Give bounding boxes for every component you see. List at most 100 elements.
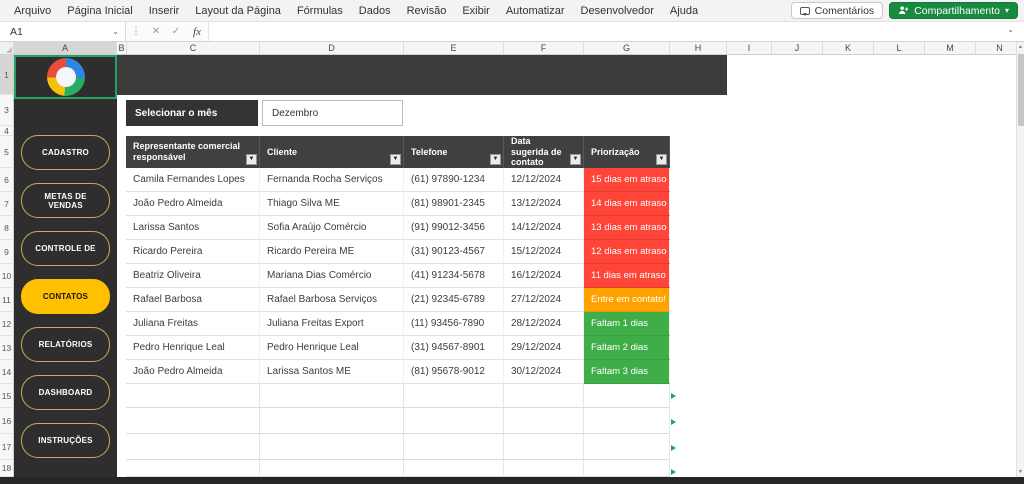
cell-rep[interactable]: Beatriz Oliveira bbox=[126, 264, 260, 288]
sidebar-item-instrucoes[interactable]: INSTRUÇÕES bbox=[21, 423, 110, 458]
sidebar-item-controle-de[interactable]: CONTROLE DE bbox=[21, 231, 110, 266]
empty-cell[interactable] bbox=[126, 434, 260, 460]
column-header-b[interactable]: B bbox=[117, 42, 127, 54]
empty-cell[interactable] bbox=[404, 460, 504, 477]
cell-data[interactable]: 14/12/2024 bbox=[504, 216, 584, 240]
status-badge[interactable]: 14 dias em atraso bbox=[584, 192, 670, 216]
cell-telefone[interactable]: (31) 90123-4567 bbox=[404, 240, 504, 264]
scroll-up-icon[interactable]: ▲ bbox=[1017, 42, 1024, 52]
menu-item-automatizar[interactable]: Automatizar bbox=[498, 5, 573, 17]
row-header-5[interactable]: 5 bbox=[0, 136, 13, 168]
cell-data[interactable]: 28/12/2024 bbox=[504, 312, 584, 336]
enter-icon[interactable]: ✓ bbox=[166, 22, 186, 41]
cell-telefone[interactable]: (41) 91234-5678 bbox=[404, 264, 504, 288]
menu-item-inserir[interactable]: Inserir bbox=[141, 5, 188, 17]
filter-icon[interactable]: ▼ bbox=[656, 154, 667, 165]
empty-cell[interactable] bbox=[260, 384, 404, 408]
sidebar-item-contatos[interactable]: CONTATOS bbox=[21, 279, 110, 314]
empty-cell[interactable] bbox=[504, 434, 584, 460]
empty-cell[interactable] bbox=[584, 434, 670, 460]
sidebar-item-metas-de-vendas[interactable]: METAS DE VENDAS bbox=[21, 183, 110, 218]
column-header-m[interactable]: M bbox=[925, 42, 976, 54]
empty-cell[interactable] bbox=[260, 434, 404, 460]
row-header-14[interactable]: 14 bbox=[0, 360, 13, 384]
column-header-i[interactable]: I bbox=[727, 42, 772, 54]
filter-icon[interactable]: ▼ bbox=[390, 154, 401, 165]
row-header-1[interactable]: 1 bbox=[0, 55, 13, 95]
column-header-g[interactable]: G bbox=[584, 42, 670, 54]
empty-cell[interactable] bbox=[404, 434, 504, 460]
select-all-corner[interactable] bbox=[0, 42, 14, 54]
cell-cliente[interactable]: Pedro Henrique Leal bbox=[260, 336, 404, 360]
cell-rep[interactable]: Juliana Freitas bbox=[126, 312, 260, 336]
cell-data[interactable]: 30/12/2024 bbox=[504, 360, 584, 384]
status-badge[interactable]: Faltam 3 dias bbox=[584, 360, 670, 384]
empty-cell[interactable] bbox=[126, 384, 260, 408]
menu-item-pagina-inicial[interactable]: Página Inicial bbox=[59, 5, 140, 17]
menu-item-dados[interactable]: Dados bbox=[351, 5, 399, 17]
cell-rep[interactable]: Pedro Henrique Leal bbox=[126, 336, 260, 360]
row-header-6[interactable]: 6 bbox=[0, 168, 13, 192]
empty-cell[interactable] bbox=[504, 460, 584, 477]
empty-cell[interactable] bbox=[126, 460, 260, 477]
comments-button[interactable]: Comentários bbox=[791, 2, 884, 19]
cell-rep[interactable]: Rafael Barbosa bbox=[126, 288, 260, 312]
cell-telefone[interactable]: (81) 98901-2345 bbox=[404, 192, 504, 216]
cell-data[interactable]: 13/12/2024 bbox=[504, 192, 584, 216]
empty-cell[interactable] bbox=[584, 384, 670, 408]
scrollbar-thumb[interactable] bbox=[1018, 54, 1024, 126]
share-button[interactable]: Compartilhamento ▾ bbox=[889, 2, 1018, 19]
cell-data[interactable]: 12/12/2024 bbox=[504, 168, 584, 192]
cell-telefone[interactable]: (31) 94567-8901 bbox=[404, 336, 504, 360]
empty-cell[interactable] bbox=[404, 384, 504, 408]
filter-icon[interactable]: ▼ bbox=[570, 154, 581, 165]
menu-item-ajuda[interactable]: Ajuda bbox=[662, 5, 706, 17]
row-header-17[interactable]: 17 bbox=[0, 434, 13, 460]
row-header-8[interactable]: 8 bbox=[0, 216, 13, 240]
name-box[interactable]: A1 ⌄ bbox=[0, 22, 126, 41]
empty-cell[interactable] bbox=[260, 460, 404, 477]
column-header-c[interactable]: C bbox=[127, 42, 260, 54]
empty-cell[interactable] bbox=[584, 460, 670, 477]
fx-icon[interactable]: fx bbox=[186, 22, 208, 41]
status-badge[interactable]: Faltam 1 dias bbox=[584, 312, 670, 336]
empty-cell[interactable] bbox=[260, 408, 404, 434]
empty-cell[interactable] bbox=[404, 408, 504, 434]
cell-cliente[interactable]: Juliana Freitas Export bbox=[260, 312, 404, 336]
row-header-15[interactable]: 15 bbox=[0, 384, 13, 408]
cell-rep[interactable]: Camila Fernandes Lopes bbox=[126, 168, 260, 192]
row-header-18[interactable]: 18 bbox=[0, 460, 13, 477]
row-header-12[interactable]: 12 bbox=[0, 312, 13, 336]
column-header-h[interactable]: H bbox=[670, 42, 727, 54]
filter-icon[interactable]: ▼ bbox=[246, 154, 257, 165]
cell-data[interactable]: 27/12/2024 bbox=[504, 288, 584, 312]
formula-input[interactable]: ⌄ bbox=[208, 22, 1024, 41]
cancel-icon[interactable]: ✕ bbox=[146, 22, 166, 41]
row-header-10[interactable]: 10 bbox=[0, 264, 13, 288]
filter-icon[interactable]: ▼ bbox=[490, 154, 501, 165]
cell-cliente[interactable]: Rafael Barbosa Serviços bbox=[260, 288, 404, 312]
empty-cell[interactable] bbox=[584, 408, 670, 434]
status-badge[interactable]: 15 dias em atraso bbox=[584, 168, 670, 192]
cell-telefone[interactable]: (21) 92345-6789 bbox=[404, 288, 504, 312]
status-badge[interactable]: 12 dias em atraso bbox=[584, 240, 670, 264]
cell-telefone[interactable]: (11) 93456-7890 bbox=[404, 312, 504, 336]
cell-rep[interactable]: João Pedro Almeida bbox=[126, 360, 260, 384]
row-header-7[interactable]: 7 bbox=[0, 192, 13, 216]
row-header-3[interactable]: 3 bbox=[0, 95, 13, 126]
row-header-4[interactable]: 4 bbox=[0, 126, 13, 136]
cell-cliente[interactable]: Ricardo Pereira ME bbox=[260, 240, 404, 264]
row-header-13[interactable]: 13 bbox=[0, 336, 13, 360]
cell-rep[interactable]: Larissa Santos bbox=[126, 216, 260, 240]
column-header-e[interactable]: E bbox=[404, 42, 504, 54]
cell-data[interactable]: 29/12/2024 bbox=[504, 336, 584, 360]
menu-item-formulas[interactable]: Fórmulas bbox=[289, 5, 351, 17]
column-header-k[interactable]: K bbox=[823, 42, 874, 54]
row-header-11[interactable]: 11 bbox=[0, 288, 13, 312]
status-badge[interactable]: 11 dias em atraso bbox=[584, 264, 670, 288]
menu-item-layout-da-pagina[interactable]: Layout da Página bbox=[187, 5, 289, 17]
scroll-down-icon[interactable]: ▼ bbox=[1017, 467, 1024, 477]
row-header-9[interactable]: 9 bbox=[0, 240, 13, 264]
status-badge[interactable]: 13 dias em atraso bbox=[584, 216, 670, 240]
column-header-j[interactable]: J bbox=[772, 42, 823, 54]
